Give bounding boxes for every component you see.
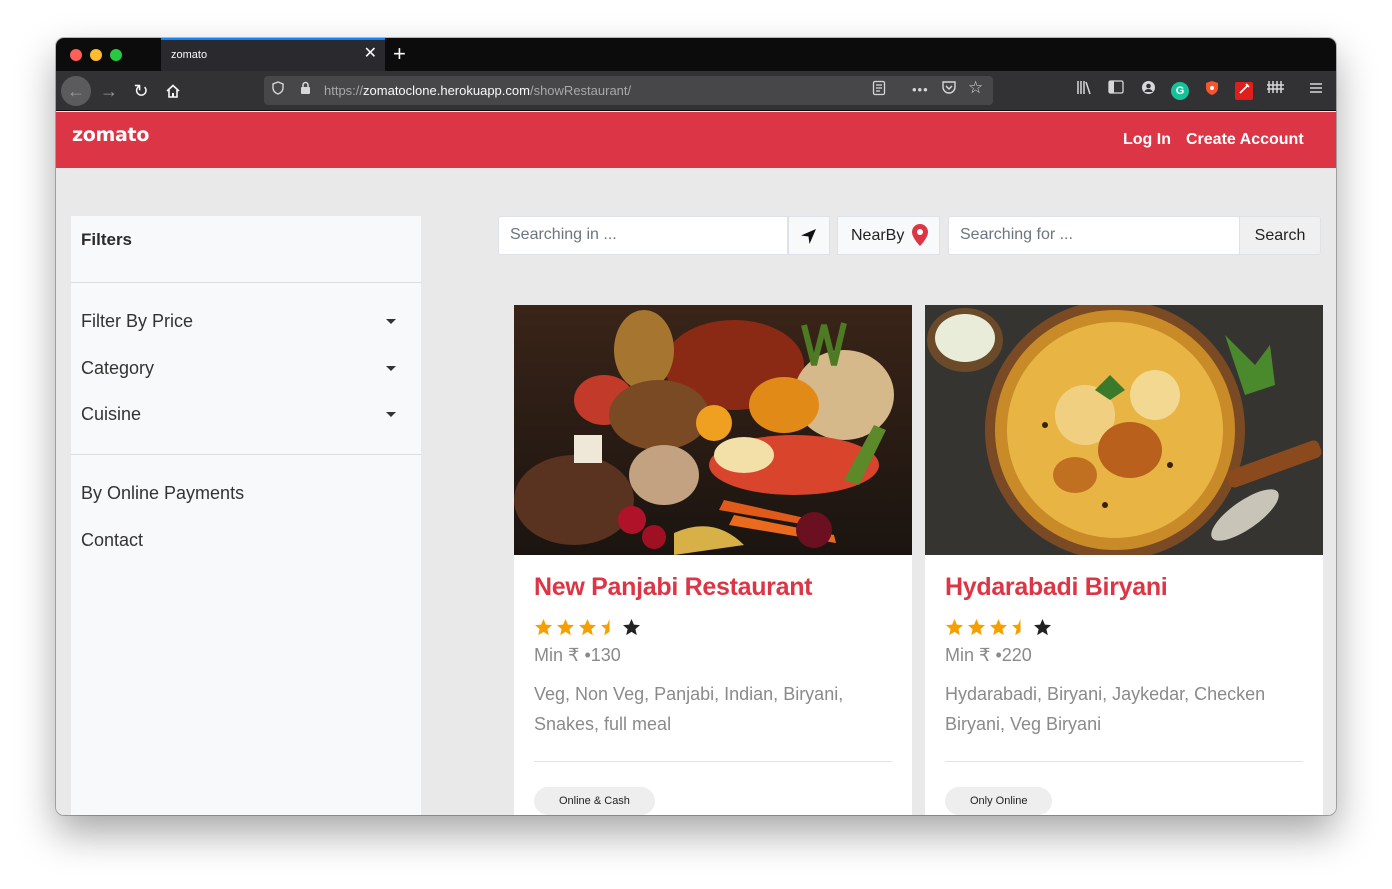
tab-close-icon[interactable]: ✕ bbox=[364, 45, 377, 63]
payment-badge: Online & Cash bbox=[534, 787, 655, 815]
close-window-button[interactable] bbox=[70, 49, 82, 61]
pocket-icon[interactable] bbox=[941, 80, 957, 99]
star-empty-icon bbox=[623, 619, 640, 636]
filter-by-price-dropdown[interactable]: Filter By Price bbox=[81, 311, 406, 332]
filters-sidebar: Filters Filter By Price Category Cuisine… bbox=[71, 216, 421, 815]
tab-zomato[interactable]: zomato ✕ bbox=[161, 38, 385, 71]
home-icon bbox=[166, 84, 180, 98]
filter-label: Category bbox=[81, 358, 155, 378]
star-full-icon bbox=[946, 619, 963, 636]
star-full-icon bbox=[557, 619, 574, 636]
zomato-logo[interactable]: zomato bbox=[72, 124, 149, 146]
cuisine-list: Veg, Non Veg, Panjabi, Indian, Biryani, … bbox=[534, 684, 844, 734]
shield-extension-icon[interactable] bbox=[1201, 80, 1223, 102]
maximize-window-button[interactable] bbox=[110, 49, 122, 61]
menu-icon[interactable] bbox=[1305, 80, 1327, 100]
divider bbox=[71, 282, 421, 283]
minimize-window-button[interactable] bbox=[90, 49, 102, 61]
star-half-icon bbox=[1012, 619, 1021, 636]
divider bbox=[945, 761, 1303, 762]
restaurant-name[interactable]: New Panjabi Restaurant bbox=[534, 573, 813, 602]
tracking-shield-icon[interactable] bbox=[272, 81, 284, 98]
cuisine-list: Hydarabadi, Biryani, Jaykedar, Checken B… bbox=[945, 684, 1266, 734]
reader-view-icon[interactable] bbox=[872, 80, 886, 100]
caret-down-icon bbox=[386, 319, 396, 324]
payment-badge: Only Online bbox=[945, 787, 1053, 815]
tab-strip: zomato ✕ + bbox=[56, 38, 1336, 71]
page-content: Filters Filter By Price Category Cuisine… bbox=[56, 168, 1336, 815]
sidebar-toggle-icon[interactable] bbox=[1105, 80, 1127, 100]
restaurant-search-input[interactable]: Searching for ... bbox=[948, 216, 1240, 255]
filter-label: Cuisine bbox=[81, 404, 142, 424]
restaurant-image bbox=[514, 305, 912, 555]
account-icon[interactable] bbox=[1137, 80, 1159, 101]
caret-down-icon bbox=[386, 412, 396, 417]
contact-link[interactable]: Contact bbox=[81, 530, 143, 551]
site-header: zomato Log In Create Account bbox=[56, 112, 1336, 168]
bookmark-star-icon[interactable]: ☆ bbox=[968, 78, 983, 98]
container-extension-icon[interactable] bbox=[1265, 80, 1287, 100]
address-bar[interactable]: https://zomatoclone.herokuapp.com/showRe… bbox=[264, 76, 993, 105]
back-button[interactable]: ← bbox=[61, 76, 91, 106]
forward-button[interactable]: → bbox=[95, 77, 123, 105]
star-half-icon bbox=[601, 619, 610, 636]
grammarly-extension-icon[interactable]: G bbox=[1171, 82, 1189, 100]
divider bbox=[534, 761, 892, 762]
online-payments-link[interactable]: By Online Payments bbox=[81, 483, 244, 504]
url-text[interactable]: https://zomatoclone.herokuapp.com/showRe… bbox=[324, 83, 631, 98]
min-price: Min ₹ •130 bbox=[534, 645, 621, 665]
browser-window: zomato ✕ + ← → ↻ https://zomatoclone.her… bbox=[56, 38, 1336, 815]
caret-down-icon bbox=[386, 366, 396, 371]
restaurant-image bbox=[925, 305, 1323, 555]
min-price: Min ₹ •220 bbox=[945, 645, 1032, 665]
library-icon[interactable] bbox=[1073, 80, 1095, 101]
location-search-input[interactable]: Searching in ... bbox=[498, 216, 788, 255]
filter-label: Filter By Price bbox=[81, 311, 194, 331]
star-full-icon bbox=[990, 619, 1007, 636]
cuisine-dropdown[interactable]: Cuisine bbox=[81, 404, 406, 425]
nearby-label: NearBy bbox=[851, 227, 905, 244]
star-full-icon bbox=[968, 619, 985, 636]
category-dropdown[interactable]: Category bbox=[81, 358, 406, 379]
restaurant-name[interactable]: Hydarabadi Biryani bbox=[945, 573, 1168, 602]
colorpicker-extension-icon[interactable] bbox=[1235, 82, 1253, 100]
search-button[interactable]: Search bbox=[1239, 216, 1321, 255]
login-link[interactable]: Log In bbox=[1123, 131, 1171, 149]
navigation-toolbar: ← → ↻ https://zomatoclone.herokuapp.com/… bbox=[56, 71, 1336, 111]
star-empty-icon bbox=[1034, 619, 1051, 636]
url-path: /showRestaurant/ bbox=[529, 83, 632, 98]
star-full-icon bbox=[579, 619, 596, 636]
nearby-button[interactable]: NearBy bbox=[837, 216, 940, 255]
url-scheme: https:// bbox=[324, 83, 364, 98]
reload-button[interactable]: ↻ bbox=[127, 77, 155, 105]
restaurant-card[interactable]: New Panjabi Restaurant Min ₹ •130 Veg, N… bbox=[514, 305, 912, 815]
lock-icon[interactable] bbox=[300, 81, 311, 97]
map-pin-icon bbox=[912, 224, 928, 246]
page-actions-menu[interactable]: ••• bbox=[912, 82, 929, 97]
tab-title: zomato bbox=[171, 49, 208, 61]
url-host: zomatoclone.herokuapp.com bbox=[363, 83, 530, 98]
restaurant-card[interactable]: Hydarabadi Biryani Min ₹ •220 Hydarabadi… bbox=[925, 305, 1323, 815]
star-full-icon bbox=[535, 619, 552, 636]
locate-me-button[interactable] bbox=[788, 216, 830, 255]
filters-title: Filters bbox=[81, 230, 133, 249]
divider bbox=[71, 454, 421, 455]
home-button[interactable] bbox=[159, 77, 187, 105]
new-tab-button[interactable]: + bbox=[393, 41, 406, 67]
create-account-link[interactable]: Create Account bbox=[1186, 131, 1304, 149]
location-arrow-icon bbox=[801, 229, 816, 244]
